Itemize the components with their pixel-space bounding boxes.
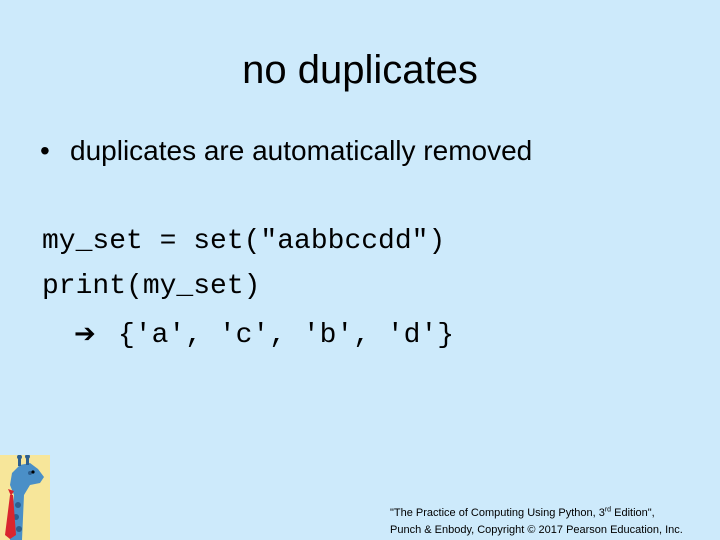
footer-line-1: "The Practice of Computing Using Python,… <box>390 506 655 519</box>
copyright-footer: "The Practice of Computing Using Python,… <box>390 505 683 539</box>
code-line-1: my_set = set("aabbccdd") <box>42 226 446 257</box>
slide-title: no duplicates <box>242 48 478 92</box>
code-output-line: ➔ {'a', 'c', 'b', 'd'} <box>74 314 454 356</box>
bullet-item: • duplicates are automatically removed <box>40 131 532 171</box>
code-line-2: print(my_set) <box>42 271 261 302</box>
right-arrow-icon: ➔ <box>74 319 96 349</box>
code-output: {'a', 'c', 'b', 'd'} <box>118 320 455 351</box>
footer-line-2: Punch & Enbody, Copyright © 2017 Pearson… <box>390 524 683 536</box>
bullet-dot-icon: • <box>40 135 50 166</box>
giraffe-logo-icon <box>0 455 50 540</box>
bullet-text: duplicates are automatically removed <box>70 135 533 166</box>
slide: no duplicates • duplicates are automatica… <box>0 0 720 540</box>
